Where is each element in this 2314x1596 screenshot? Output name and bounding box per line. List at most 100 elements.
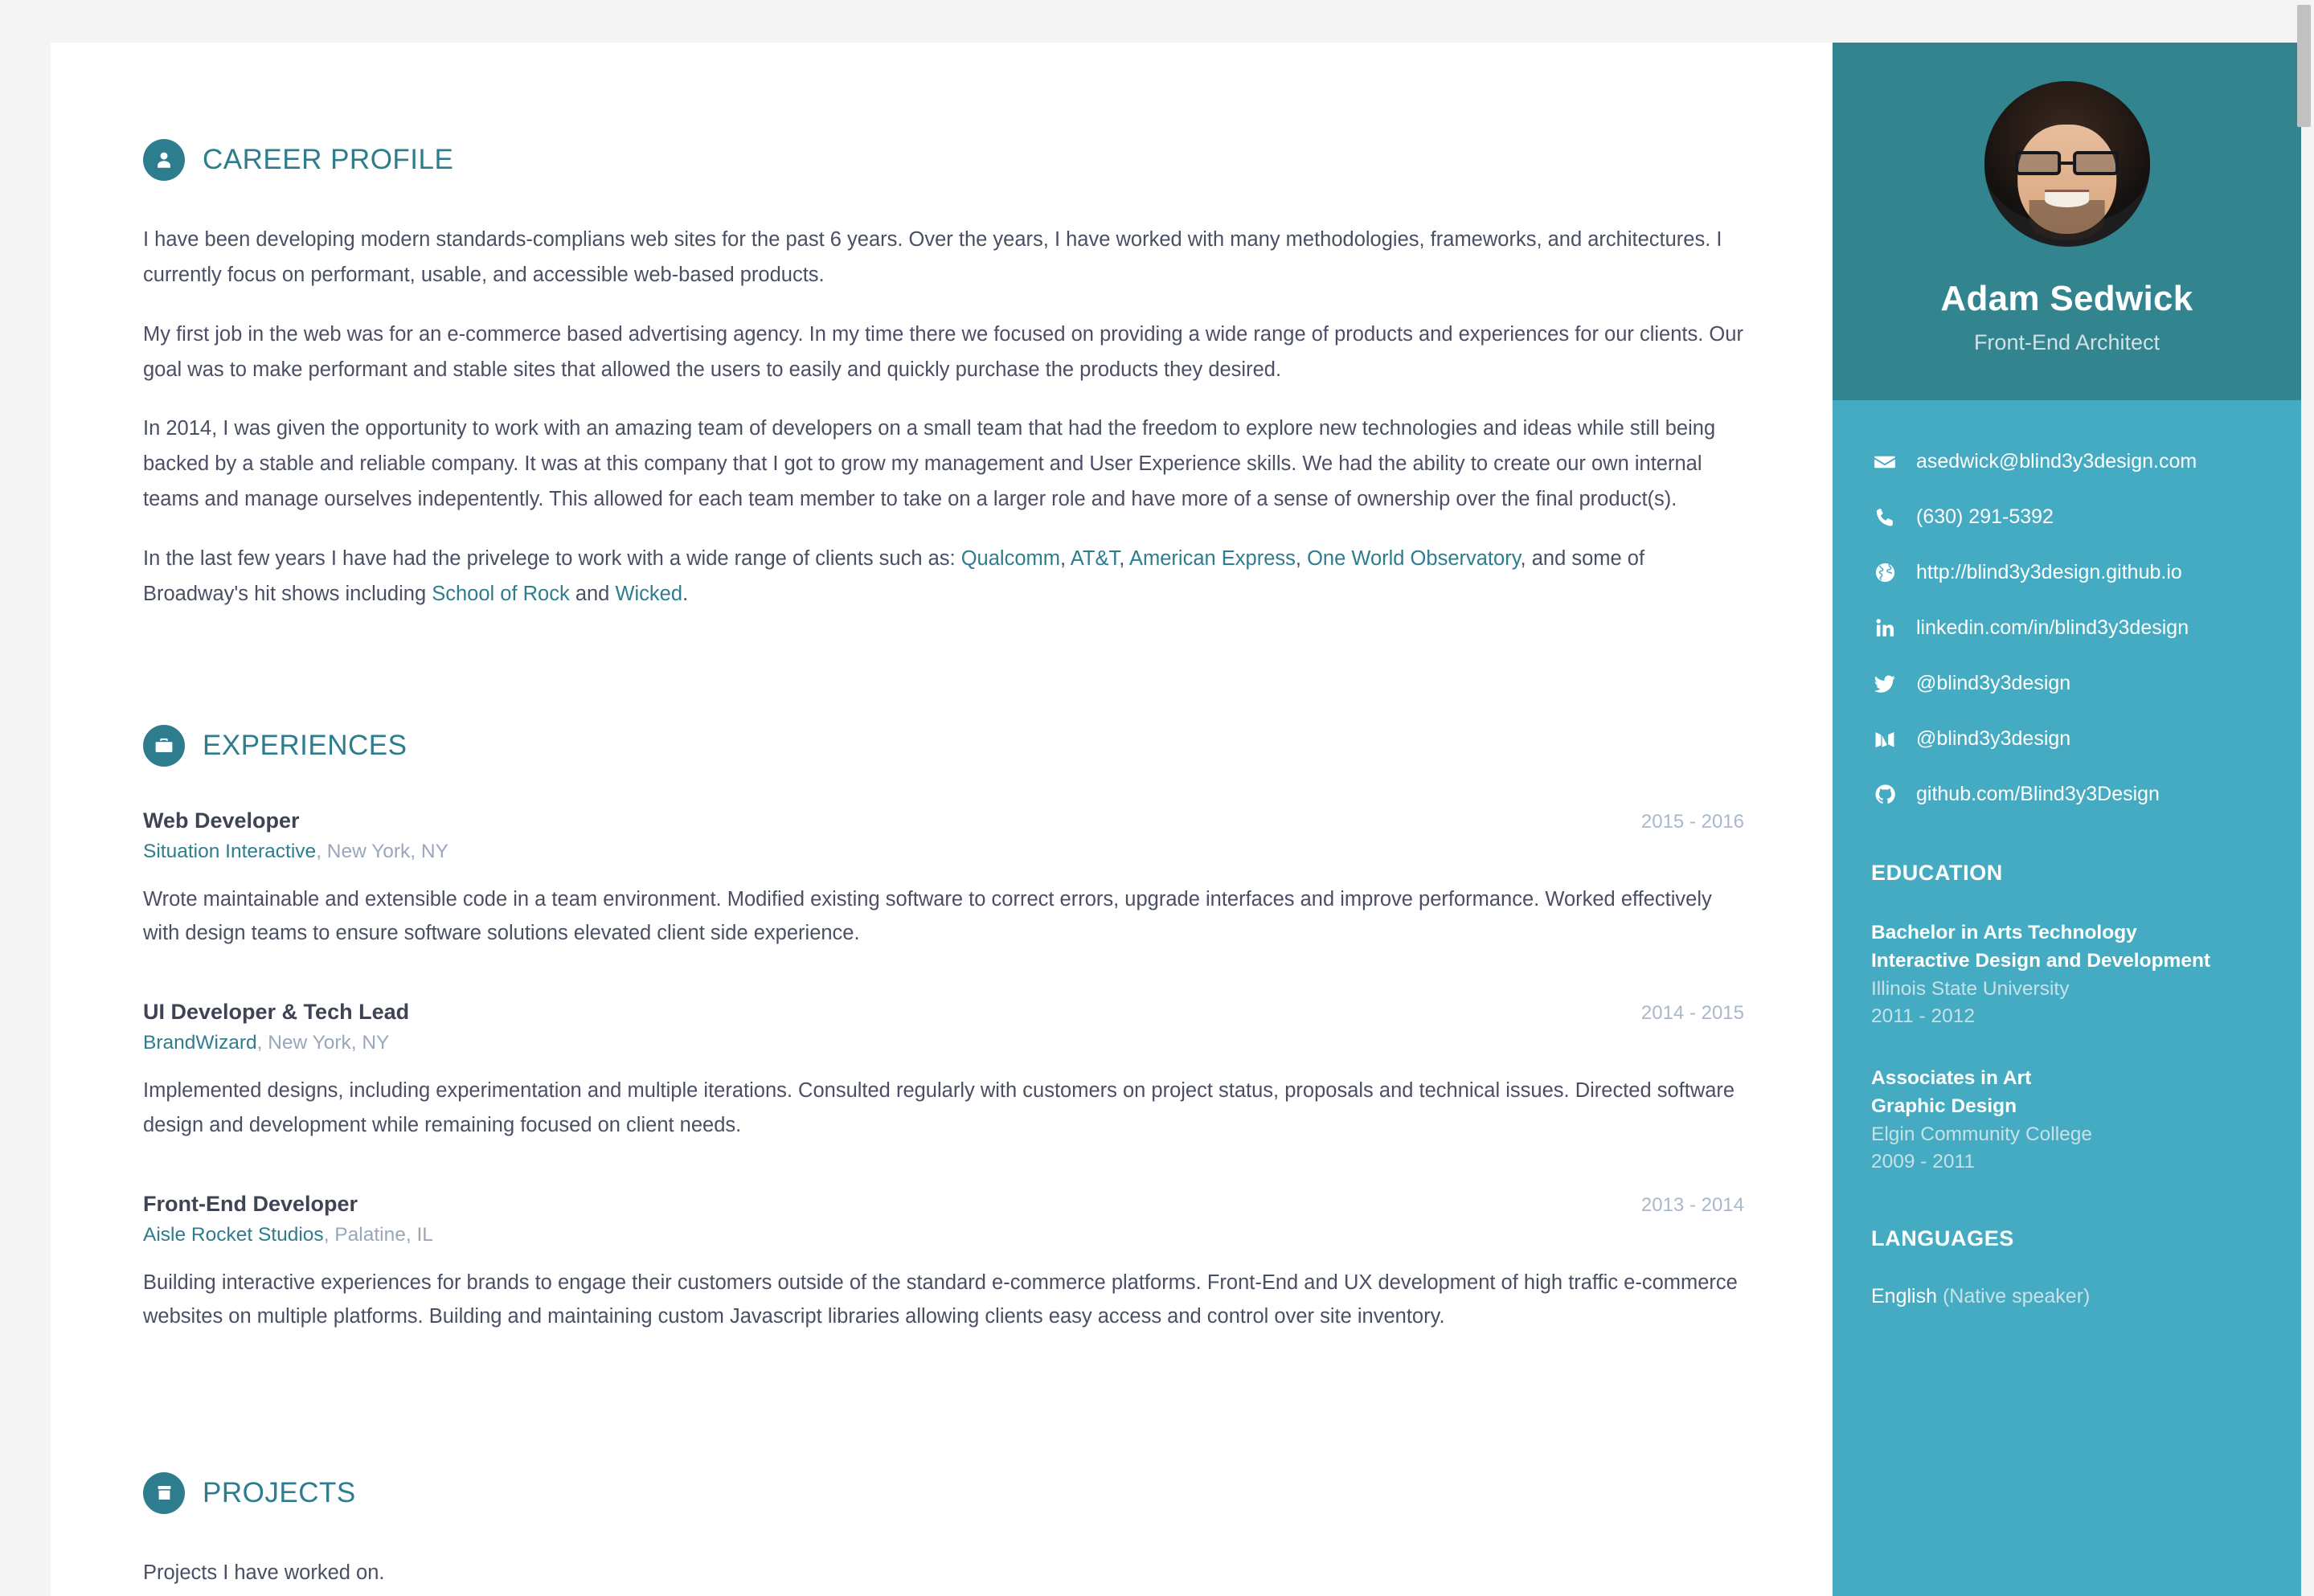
contact-text: (630) 291-5392 <box>1916 505 2054 528</box>
languages-title: LANGUAGES <box>1871 1226 2014 1251</box>
experience-header: Front-End Developer 2013 - 2014 <box>143 1192 1744 1217</box>
envelope-icon <box>1871 450 1898 474</box>
languages-section: LANGUAGES English (Native speaker) <box>1871 1226 2267 1308</box>
profile-name: Adam Sedwick <box>1940 279 2193 318</box>
education-item: Bachelor in Arts Technology Interactive … <box>1871 919 2267 1031</box>
client-link-american-express[interactable]: American Express <box>1129 547 1296 570</box>
language-name: English <box>1871 1285 1937 1308</box>
education-degree-line1: Associates in Art <box>1871 1067 2032 1090</box>
contact-text: asedwick@blind3y3design.com <box>1916 450 2197 473</box>
job-title: Web Developer <box>143 808 300 833</box>
job-location: , New York, NY <box>316 840 448 862</box>
clients-end-text: . <box>682 582 689 605</box>
education-years: 2011 - 2012 <box>1871 1005 1975 1028</box>
avatar-mouth <box>2044 192 2090 207</box>
archive-box-icon <box>143 1471 185 1514</box>
avatar-glasses-bridge <box>2060 161 2074 165</box>
company-link[interactable]: Aisle Rocket Studios <box>143 1224 324 1246</box>
job-dates: 2013 - 2014 <box>1640 1194 1744 1217</box>
career-paragraph-3: In 2014, I was given the opportunity to … <box>143 417 1716 511</box>
section-header-projects: PROJECTS <box>143 1471 1744 1514</box>
section-title: CAREER PROFILE <box>203 144 454 175</box>
clients-conjunction: and <box>569 582 616 605</box>
contact-twitter[interactable]: @blind3y3design <box>1871 656 2267 711</box>
job-dates: 2014 - 2015 <box>1640 1002 1744 1025</box>
education-title: EDUCATION <box>1871 861 2003 885</box>
resume-page: CAREER PROFILE I have been developing mo… <box>51 43 2301 1596</box>
experience-header: UI Developer & Tech Lead 2014 - 2015 <box>143 1000 1744 1025</box>
experience-item: UI Developer & Tech Lead 2014 - 2015 Bra… <box>143 1000 1744 1142</box>
vertical-scrollbar[interactable] <box>2293 0 2314 1596</box>
job-location: , Palatine, IL <box>323 1224 433 1246</box>
contact-text: http://blind3y3design.github.io <box>1916 561 2182 583</box>
career-paragraph-2: My first job in the web was for an e-com… <box>143 322 1743 381</box>
education-institution: Illinois State University <box>1871 977 2070 1000</box>
medium-icon <box>1871 728 1898 751</box>
job-dates: 2015 - 2016 <box>1640 810 1744 833</box>
contact-website[interactable]: http://blind3y3design.github.io <box>1871 545 2267 600</box>
contact-medium[interactable]: @blind3y3design <box>1871 711 2267 767</box>
job-location: , New York, NY <box>256 1032 390 1054</box>
contact-email[interactable]: asedwick@blind3y3design.com <box>1871 434 2267 489</box>
contact-github[interactable]: github.com/Blind3y3Design <box>1871 767 2267 822</box>
clients-lead-text: In the last few years I have had the pri… <box>143 547 961 571</box>
company-link[interactable]: Situation Interactive <box>143 841 316 862</box>
job-title: Front-End Developer <box>143 1192 358 1217</box>
language-level: (Native speaker) <box>1937 1285 2091 1308</box>
section-header-experiences: EXPERIENCES <box>143 724 1744 767</box>
contact-phone[interactable]: (630) 291-5392 <box>1871 489 2267 545</box>
job-title: UI Developer & Tech Lead <box>143 1000 410 1025</box>
show-link-wicked[interactable]: Wicked <box>615 583 682 605</box>
career-paragraph-1: I have been developing modern standards-… <box>143 228 1722 286</box>
client-link-att[interactable]: AT&T <box>1071 547 1119 570</box>
education-years: 2009 - 2011 <box>1871 1151 1975 1173</box>
show-link-school-of-rock[interactable]: School of Rock <box>432 583 570 605</box>
education-section: EDUCATION Bachelor in Arts Technology In… <box>1871 861 2267 1177</box>
twitter-icon <box>1871 672 1898 696</box>
sidebar-header: Adam Sedwick Front-End Architect <box>1833 43 2301 400</box>
main-content: CAREER PROFILE I have been developing mo… <box>51 43 1833 1596</box>
job-company-location: BrandWizard, New York, NY <box>143 1032 1744 1054</box>
contact-linkedin[interactable]: linkedin.com/in/blind3y3design <box>1871 600 2267 656</box>
education-institution: Elgin Community College <box>1871 1123 2093 1145</box>
sidebar: Adam Sedwick Front-End Architect asedwic… <box>1833 43 2301 1596</box>
language-item: English (Native speaker) <box>1871 1285 2267 1308</box>
contact-text: linkedin.com/in/blind3y3design <box>1916 616 2189 639</box>
section-title: EXPERIENCES <box>203 729 408 761</box>
job-description: Implemented designs, including experimen… <box>143 1079 1735 1136</box>
job-description: Wrote maintainable and extensible code i… <box>143 887 1712 945</box>
section-title: PROJECTS <box>203 1476 356 1508</box>
linkedin-icon <box>1871 617 1898 639</box>
avatar-lens-left <box>2014 150 2061 176</box>
client-link-qualcomm[interactable]: Qualcomm <box>961 547 1060 570</box>
job-description: Building interactive experiences for bra… <box>143 1271 1738 1328</box>
section-header-career-profile: CAREER PROFILE <box>143 139 1744 181</box>
job-company-location: Aisle Rocket Studios, Palatine, IL <box>143 1224 1744 1246</box>
scrollbar-thumb[interactable] <box>2297 5 2311 127</box>
education-degree-line1: Bachelor in Arts Technology <box>1871 922 2137 943</box>
experience-header: Web Developer 2015 - 2016 <box>143 808 1744 833</box>
client-link-one-world-observatory[interactable]: One World Observatory <box>1307 547 1520 570</box>
sidebar-body: asedwick@blind3y3design.com (630) 291-53… <box>1833 400 2301 1308</box>
education-degree-line2: Interactive Design and Development <box>1871 949 2211 972</box>
github-icon <box>1871 783 1898 806</box>
phone-icon <box>1871 506 1898 529</box>
projects-intro: Projects I have worked on. <box>143 1561 385 1584</box>
contact-text: github.com/Blind3y3Design <box>1916 783 2160 805</box>
education-item: Associates in Art Graphic Design Elgin C… <box>1871 1065 2267 1177</box>
avatar-glasses <box>2014 150 2119 176</box>
briefcase-icon <box>143 724 185 767</box>
experience-item: Web Developer 2015 - 2016 Situation Inte… <box>143 808 1744 951</box>
profile-role: Front-End Architect <box>1973 330 2160 354</box>
company-link[interactable]: BrandWizard <box>143 1032 257 1054</box>
avatar <box>1984 81 2150 247</box>
education-degree-line2: Graphic Design <box>1871 1095 2017 1117</box>
career-clients-paragraph: In the last few years I have had the pri… <box>143 547 1645 605</box>
user-icon <box>143 139 185 181</box>
contact-text: @blind3y3design <box>1916 672 2071 694</box>
avatar-lens-right <box>2073 150 2119 176</box>
contact-text: @blind3y3design <box>1916 727 2071 750</box>
experience-item: Front-End Developer 2013 - 2014 Aisle Ro… <box>143 1192 1744 1334</box>
globe-icon <box>1871 561 1898 584</box>
